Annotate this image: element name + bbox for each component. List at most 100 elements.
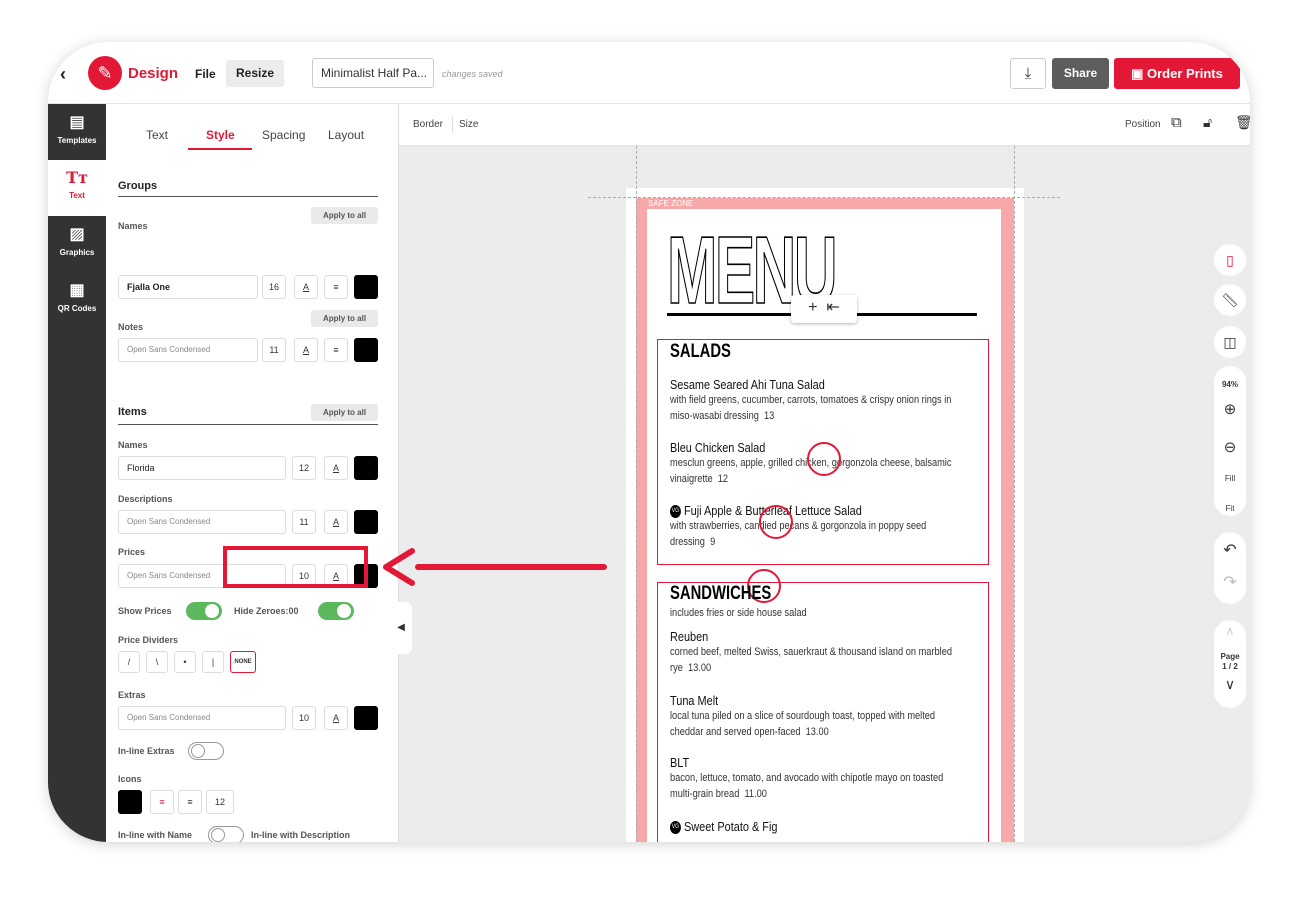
annotation-highlight (223, 546, 368, 588)
menu-item[interactable]: Reuben corned beef, melted Swiss, sauerk… (670, 629, 1000, 676)
tab-text[interactable]: Text (146, 128, 168, 142)
page-outline-icon[interactable]: ▯ (1214, 244, 1246, 276)
price-dividers-label: Price Dividers (118, 635, 179, 645)
file-menu[interactable]: File (195, 67, 216, 81)
groups-names-font-select[interactable]: Fjalla One (118, 275, 258, 299)
groups-title: Groups (118, 180, 158, 192)
groups-names-color-swatch[interactable] (354, 275, 378, 299)
groups-names-underline-button[interactable]: A (294, 275, 318, 299)
item-desc: with field greens, cucumber, carrots, to… (670, 394, 952, 422)
divider-pipe-button[interactable]: | (202, 651, 224, 673)
zoom-fill-button[interactable]: Fill (1214, 474, 1246, 483)
rail-item-qr-codes[interactable]: ▦ QR Codes (48, 272, 106, 328)
divider (118, 196, 378, 197)
print-icon: ▣ (1131, 66, 1148, 81)
rail-item-text[interactable]: Tт Text (48, 160, 106, 216)
groups-notes-size-input[interactable]: 11 (262, 338, 286, 362)
share-button[interactable]: Share (1052, 58, 1109, 89)
items-names-color-swatch[interactable] (354, 456, 378, 480)
item-name: BLT (670, 755, 690, 770)
redo-icon[interactable]: ↷ (1214, 572, 1246, 592)
border-button[interactable]: Border (413, 119, 443, 130)
item-price: 12 (717, 473, 729, 485)
items-descriptions-underline-button[interactable]: A (324, 510, 348, 534)
groups-notes-align-button[interactable]: ≡ (324, 338, 348, 362)
items-descriptions-font-select[interactable]: Open Sans Condensed (118, 510, 286, 534)
rail-item-graphics[interactable]: ▨ Graphics (48, 216, 106, 272)
order-prints-button[interactable]: ▣ Order Prints (1114, 58, 1240, 89)
active-tab-indicator (188, 148, 252, 150)
icons-size-input[interactable]: 12 (206, 790, 234, 814)
items-descriptions-size-input[interactable]: 11 (292, 510, 316, 534)
guide-line (588, 197, 1060, 198)
zoom-out-icon[interactable]: ⊖ (1214, 438, 1246, 456)
trash-icon[interactable]: 🗑︎ (1235, 114, 1250, 131)
vegetarian-badge-icon: VG (670, 505, 681, 519)
groups-names-align-button[interactable]: ≡ (324, 275, 348, 299)
zoom-in-icon[interactable]: ⊕ (1214, 400, 1246, 418)
inline-extras-toggle[interactable] (188, 742, 224, 760)
extras-underline-button[interactable]: A (324, 706, 348, 730)
groups-notes-font-select[interactable]: Open Sans Condensed (118, 338, 258, 362)
ruler-icon[interactable]: 📏︎ (1214, 284, 1246, 316)
extras-color-swatch[interactable] (354, 706, 378, 730)
tab-style[interactable]: Style (206, 128, 235, 142)
divider-backslash-button[interactable]: \ (146, 651, 168, 673)
tab-layout[interactable]: Layout (328, 128, 364, 142)
resize-button[interactable]: Resize (226, 60, 284, 87)
items-names-font-select[interactable]: Florida (118, 456, 286, 480)
items-names-size-input[interactable]: 12 (292, 456, 316, 480)
download-button[interactable]: ⤓ (1010, 58, 1046, 89)
position-button[interactable]: Position (1125, 119, 1161, 130)
items-title: Items (118, 406, 147, 418)
page-label: Page (1220, 652, 1240, 661)
rail-item-templates[interactable]: ▤ Templates (48, 104, 106, 160)
groups-names-size-input[interactable]: 16 (262, 275, 286, 299)
hide-zeroes-toggle[interactable] (318, 602, 354, 620)
inline-with-name-toggle[interactable] (208, 826, 244, 842)
zoom-fit-button[interactable]: Fit (1214, 504, 1246, 513)
menu-item[interactable]: Tuna Melt local tuna piled on a slice of… (670, 693, 1000, 740)
undo-icon[interactable]: ↶ (1214, 540, 1246, 560)
menu-sheet[interactable]: MENU + ⇤ SALADS Sesame Seared Ahi Tuna S… (647, 209, 1001, 842)
download-icon: ⤓ (1024, 65, 1032, 82)
divider-dot-button[interactable]: • (174, 651, 196, 673)
templates-icon: ▤ (69, 114, 85, 131)
plus-icon[interactable]: + (808, 299, 817, 316)
guide-line (636, 146, 637, 842)
extras-font-select[interactable]: Open Sans Condensed (118, 706, 286, 730)
menu-item[interactable]: Sesame Seared Ahi Tuna Salad with field … (670, 377, 1000, 424)
menu-item[interactable]: BLT bacon, lettuce, tomato, and avocado … (670, 755, 1000, 802)
item-price: 11.00 (744, 788, 767, 800)
groups-notes-color-swatch[interactable] (354, 338, 378, 362)
items-descriptions-color-swatch[interactable] (354, 510, 378, 534)
tab-spacing[interactable]: Spacing (262, 128, 305, 142)
divider-none-button[interactable]: NONE (230, 651, 256, 673)
chevron-up-icon[interactable]: ∧ (1214, 624, 1246, 638)
chevron-left-icon[interactable]: ‹ (60, 64, 66, 85)
collapse-panel-button[interactable]: ◀ (390, 602, 412, 654)
icons-color-swatch[interactable] (118, 790, 142, 814)
annotation-arrow (383, 548, 607, 586)
show-prices-toggle[interactable] (186, 602, 222, 620)
rail-item-label: Text (69, 191, 85, 200)
items-names-underline-button[interactable]: A (324, 456, 348, 480)
groups-names-apply-button[interactable]: Apply to all (311, 207, 378, 224)
duplicate-icon[interactable]: ⧉ (1171, 114, 1182, 131)
lock-icon[interactable]: 🔓︎ (1203, 114, 1212, 131)
menu-item[interactable]: VG Fuji Apple & Butterleaf Lettuce Salad… (670, 503, 1000, 550)
document-name-input[interactable]: Minimalist Half Pa... (312, 58, 434, 88)
items-apply-button[interactable]: Apply to all (311, 404, 378, 421)
groups-notes-apply-button[interactable]: Apply to all (311, 310, 378, 327)
divider-slash-button[interactable]: / (118, 651, 140, 673)
icons-align-right-button[interactable]: ≡ (178, 790, 202, 814)
columns-icon[interactable]: ◫ (1214, 326, 1246, 358)
extras-size-input[interactable]: 10 (292, 706, 316, 730)
groups-notes-underline-button[interactable]: A (294, 338, 318, 362)
chevron-down-icon[interactable]: ∨ (1214, 676, 1246, 693)
insert-icon[interactable]: ⇤ (826, 299, 839, 316)
size-button[interactable]: Size (459, 119, 478, 130)
extras-label: Extras (118, 690, 146, 700)
menu-item[interactable]: VG Sweet Potato & Fig (670, 819, 1000, 835)
icons-align-left-button[interactable]: ≡ (150, 790, 174, 814)
